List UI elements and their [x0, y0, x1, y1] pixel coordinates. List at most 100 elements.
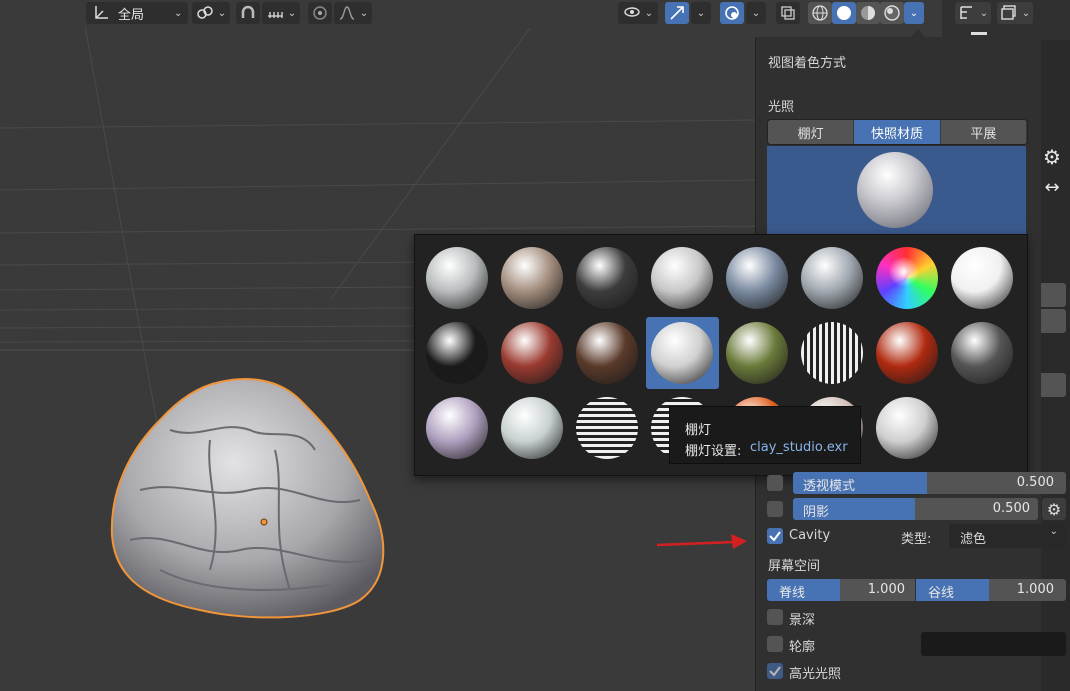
link-icon [194, 2, 216, 24]
material-preview-button[interactable] [856, 2, 880, 24]
red-arrow [656, 534, 747, 549]
dof-checkbox[interactable] [767, 609, 783, 625]
magnet-icon [237, 2, 259, 24]
matcap-13-sphere[interactable] [726, 322, 788, 384]
valley-slider[interactable]: 谷线 1.000 [916, 579, 1066, 601]
checkmark-icon [769, 666, 781, 677]
xray-value: 0.500 [1016, 475, 1054, 490]
specular-label: 高光光照 [789, 667, 842, 682]
ridge-slider[interactable]: 脊线 1.000 [767, 579, 915, 601]
xray-alpha-slider[interactable]: 透视模式 0.500 [793, 472, 1066, 494]
outliner-filter-dropdown[interactable]: ⌄ [997, 2, 1033, 24]
outline-color-swatch[interactable] [921, 632, 1066, 656]
matcap-1-sphere[interactable] [426, 247, 488, 309]
snap-increment-icon [264, 2, 286, 24]
matcap-11-sphere[interactable] [576, 322, 638, 384]
chevron-down-icon: ⌄ [696, 7, 706, 19]
outline-checkbox[interactable] [767, 636, 783, 652]
specular-checkbox[interactable] [767, 663, 783, 679]
chevron-down-icon: ⌄ [1049, 526, 1058, 537]
chevron-down-icon: ⌄ [909, 7, 919, 19]
ridge-value: 1.000 [867, 582, 905, 597]
wireframe-shading-button[interactable] [808, 2, 832, 24]
wireframe-sphere-icon [809, 2, 831, 24]
proportional-edit-toggle[interactable] [308, 2, 332, 24]
eye-pointer-icon [621, 2, 643, 24]
shading-popover-dropdown[interactable]: ⌄ [904, 2, 924, 24]
matcap-preview[interactable] [767, 146, 1026, 236]
snap-target-dropdown[interactable]: ⌄ [262, 2, 300, 24]
tooltip-title: 棚灯 [685, 423, 712, 438]
lighting-matcap-button[interactable]: 快照材质 [854, 120, 941, 144]
matcap-12-sphere[interactable] [651, 322, 713, 384]
chevron-down-icon: ⌄ [644, 7, 654, 19]
transform-orientation-dropdown[interactable]: 全局 ⌄ [86, 2, 188, 24]
pivot-group: ⌄ [192, 0, 230, 26]
valley-label: 谷线 [928, 586, 955, 601]
outline-label: 轮廓 [789, 640, 816, 655]
transform-orientation-group: 全局 ⌄ [86, 0, 188, 26]
dof-label: 景深 [789, 613, 816, 628]
gear-icon[interactable]: ⚙ [1040, 145, 1064, 169]
overlay-dropdown[interactable]: ⌄ [746, 2, 766, 24]
chevron-down-icon: ⌄ [751, 7, 761, 19]
gizmo-dropdown[interactable]: ⌄ [691, 2, 711, 24]
matcap-16-sphere[interactable] [951, 322, 1013, 384]
falloff-dropdown[interactable]: ⌄ [334, 2, 372, 24]
pivot-point-dropdown[interactable]: ⌄ [192, 2, 230, 24]
xray-checkbox[interactable] [767, 475, 783, 491]
cavity-label: Cavity [789, 528, 831, 543]
matcap-18-sphere[interactable] [501, 397, 563, 459]
snap-toggle[interactable] [236, 2, 260, 24]
matcap-8-sphere[interactable] [951, 247, 1013, 309]
matcap-15-sphere[interactable] [876, 322, 938, 384]
matcap-14-sphere[interactable] [801, 322, 863, 384]
cavity-checkbox[interactable] [767, 528, 783, 544]
matcap-23-sphere[interactable] [876, 397, 938, 459]
solid-shading-button[interactable] [832, 2, 856, 24]
shading-mode-group: ⌄ [808, 0, 924, 26]
gizmo-arrows-icon [666, 2, 688, 24]
matcap-3-sphere[interactable] [576, 247, 638, 309]
axes-icon [90, 2, 112, 24]
chevron-down-icon: ⌄ [287, 7, 297, 19]
matcap-7-sphere[interactable] [876, 247, 938, 309]
rendered-sphere-icon [881, 2, 903, 24]
valley-value: 1.000 [1016, 582, 1054, 597]
rock-object[interactable] [100, 370, 400, 630]
visibility-group: ⌄ [618, 0, 658, 26]
rendered-shading-button[interactable] [880, 2, 904, 24]
horizontal-arrows-icon[interactable]: ↔ [1040, 175, 1064, 199]
gizmo-toggle[interactable] [665, 2, 689, 24]
matcap-17-sphere[interactable] [426, 397, 488, 459]
transform-orientation-value: 全局 [118, 7, 145, 23]
popover-pointer [910, 29, 926, 38]
shadow-intensity-slider[interactable]: 阴影 0.500 [793, 498, 1038, 520]
matcap-19-sphere[interactable] [576, 397, 638, 459]
hierarchy-icon [956, 2, 978, 24]
chevron-down-icon: ⌄ [359, 7, 369, 19]
lighting-label: 光照 [768, 100, 795, 115]
shadow-value: 0.500 [992, 501, 1030, 516]
gizmo-group: ⌄ [665, 0, 711, 26]
proportional-edit-icon [309, 2, 331, 24]
proportional-edit-group: ⌄ [308, 0, 372, 26]
lighting-studio-button[interactable]: 棚灯 [768, 120, 855, 144]
chevron-down-icon: ⌄ [1021, 7, 1031, 19]
chevron-down-icon: ⌄ [174, 7, 183, 19]
matcap-5-sphere[interactable] [726, 247, 788, 309]
matcap-4-sphere[interactable] [651, 247, 713, 309]
outliner-display-dropdown[interactable]: ⌄ [955, 2, 991, 24]
lighting-flat-button[interactable]: 平展 [940, 120, 1027, 144]
matcap-2-sphere[interactable] [501, 247, 563, 309]
material-sphere-icon [857, 2, 879, 24]
xray-toggle[interactable] [776, 2, 800, 24]
matcap-9-sphere[interactable] [426, 322, 488, 384]
shadow-settings-gear-icon[interactable]: ⚙ [1042, 498, 1066, 520]
cavity-type-dropdown[interactable]: 滤色 ⌄ [949, 524, 1066, 548]
overlay-toggle[interactable] [720, 2, 744, 24]
object-visibility-dropdown[interactable]: ⌄ [618, 2, 658, 24]
matcap-6-sphere[interactable] [801, 247, 863, 309]
matcap-10-sphere[interactable] [501, 322, 563, 384]
shadow-checkbox[interactable] [767, 501, 783, 517]
